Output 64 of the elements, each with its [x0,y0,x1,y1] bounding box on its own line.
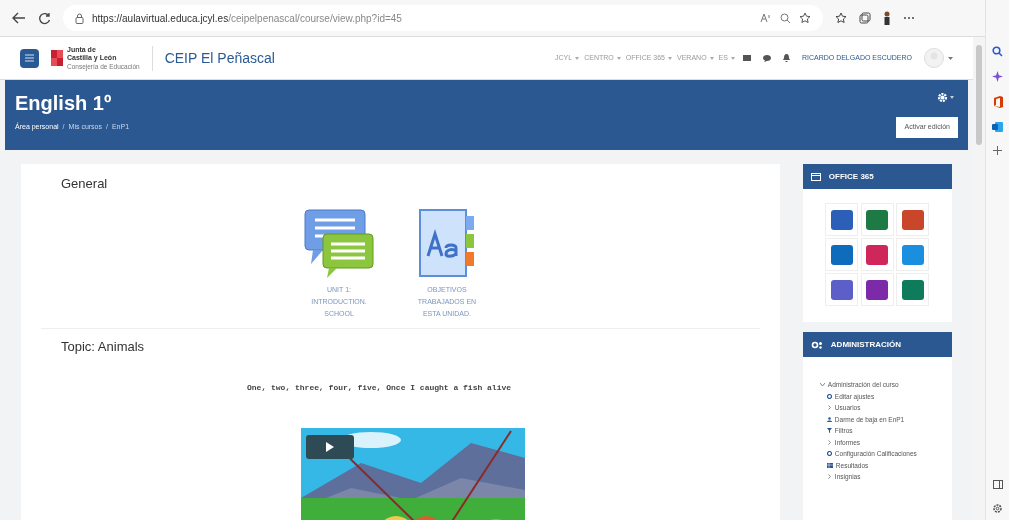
favorites-icon[interactable] [835,12,847,24]
collections-icon[interactable] [859,12,871,24]
profile-icon[interactable] [883,11,891,25]
app-icon[interactable] [830,209,853,230]
zoom-icon[interactable] [780,12,791,24]
gear-icon [826,451,832,457]
block-title: OFFICE 365 [828,170,874,183]
window-icon [810,172,821,181]
chevron-icon[interactable] [819,382,825,387]
sparkle-icon[interactable] [992,71,1003,82]
speech-bubbles-icon[interactable] [303,207,375,280]
scrollbar[interactable] [973,37,985,520]
back-icon[interactable] [12,12,26,24]
coat-of-arms-icon [51,50,63,66]
more-icon[interactable] [903,16,915,20]
refresh-icon[interactable] [38,11,51,25]
chat-icon[interactable] [762,54,771,62]
search-icon[interactable] [992,46,1003,57]
app-icon[interactable] [901,244,924,265]
url-text: https://aulavirtual.educa.jcyl.es/ceipelpenascal/course/view.php?id=45 [92,11,402,26]
course-title: English 1º [15,91,113,116]
caret-icon [730,56,735,60]
chevron-icon[interactable] [826,474,832,480]
caret-icon[interactable] [948,56,953,60]
gear-icon [826,393,832,399]
filter-icon [826,428,832,434]
caret-icon [709,56,714,60]
caret-icon [616,56,621,60]
app-icon[interactable] [901,279,924,300]
section-title: Topic: Animals [60,337,146,356]
outlook-icon[interactable] [992,122,1003,132]
office-icon[interactable] [992,96,1003,108]
settings-icon[interactable] [992,503,1003,514]
gears-icon [810,340,823,349]
caret-icon[interactable] [950,96,954,99]
glossary-book-icon[interactable] [418,207,476,280]
caret-icon [668,56,672,60]
chevron-icon[interactable] [826,439,832,445]
favorite-add-icon[interactable] [799,12,811,24]
app-icon[interactable] [901,209,924,230]
app-icon[interactable] [830,279,853,300]
block-title: ADMINISTRACIÓN [830,338,902,351]
table-icon [826,462,833,468]
section-title: General [60,175,109,193]
app-icon[interactable] [866,244,889,265]
menu-button[interactable] [20,48,39,68]
user-icon [826,416,832,422]
mail-icon[interactable] [742,55,751,61]
lock-icon [75,12,84,24]
chevron-icon[interactable] [826,405,832,411]
sidebar-toggle-icon[interactable] [992,480,1003,489]
play-icon [326,442,334,452]
caret-icon [575,56,580,60]
app-icon[interactable] [866,279,889,300]
lyrics-text: One, two, three, four, five, Once I caught a fish alive [246,382,513,394]
bell-icon[interactable] [782,54,790,62]
menu-icon [25,54,34,62]
site-name[interactable]: CEIP El Peñascal [164,47,275,69]
add-icon[interactable] [993,146,1002,155]
address-bar[interactable]: https://aulavirtual.educa.jcyl.es/ceipelpenascal/course/view.php?id=45 [63,5,823,31]
video-play-button[interactable] [306,435,354,459]
read-aloud-icon[interactable] [760,13,772,23]
app-icon[interactable] [830,244,853,265]
app-icon[interactable] [866,209,889,230]
